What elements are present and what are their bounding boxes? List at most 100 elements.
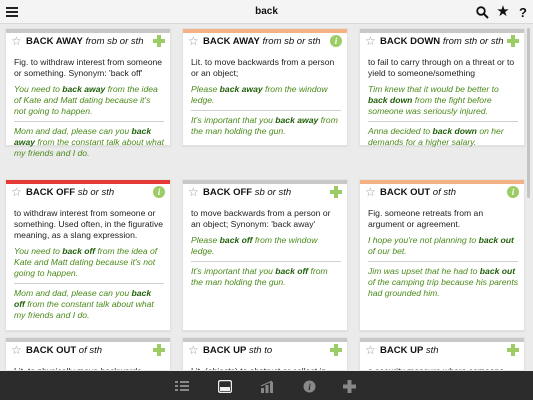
page-title: back <box>255 6 278 17</box>
example-text: of our bet. <box>368 246 407 256</box>
example-text: Please <box>191 84 220 94</box>
favorite-star-icon[interactable]: ☆ <box>188 34 199 48</box>
card-header: ☆ BACK UP sth <box>360 342 524 358</box>
card-header: ☆ BACK OFF sb or sth <box>183 184 347 200</box>
add-icon[interactable] <box>507 344 519 356</box>
card-header: ☆ BACK AWAY from sb or sth <box>6 33 170 49</box>
bottom-nav: i <box>0 371 533 400</box>
phrasal-verb-title: BACK OUT <box>26 345 77 356</box>
favorite-star-icon[interactable]: ☆ <box>188 185 199 199</box>
cards-icon[interactable] <box>217 378 233 394</box>
favorite-star-icon[interactable]: ☆ <box>11 185 22 199</box>
example-highlight: back down <box>368 95 413 105</box>
example-highlight: back off <box>62 246 96 256</box>
definition-text: a security measure where someone <box>360 358 524 370</box>
add-icon[interactable] <box>330 186 342 198</box>
example-highlight: back away <box>275 115 319 125</box>
example-sentence: You need to back off from the idea of Ka… <box>14 246 164 279</box>
example-text: from the constant talk about what my fri… <box>14 299 154 320</box>
example-sentence: Please back away from the window ledge. <box>191 84 341 106</box>
example-highlight: back away <box>219 84 263 94</box>
entry-card[interactable]: ☆ BACK AWAY from sb or sth i Lit. to move b… <box>182 28 348 146</box>
example-text: Tim knew that it would be better to <box>368 84 499 94</box>
example-text: It's important that you <box>191 266 276 276</box>
definition-text: Lit. to physically move backwards <box>6 358 170 370</box>
info-icon[interactable]: i <box>507 186 519 198</box>
definition-text: Lit. (objects) to obstruct or collect in <box>183 358 347 370</box>
favorites-star-icon[interactable]: ★ <box>495 4 511 20</box>
entry-card[interactable]: ☆ BACK UP sth to Lit. (objects) to obstruc… <box>182 337 348 370</box>
grammar-pattern: from sb or sth <box>85 36 144 47</box>
example-highlight: back away <box>62 84 106 94</box>
entry-card[interactable]: ☆ BACK OFF sb or sth to move backwards fro… <box>182 179 348 331</box>
entry-card[interactable]: ☆ BACK OUT of sth i Fig. someone retreats f… <box>359 179 525 331</box>
phrasal-verb-title: BACK OFF <box>203 187 253 198</box>
definition-text: to move backwards from a person or an ob… <box>191 208 331 229</box>
entry-card[interactable]: ☆ BACK OUT of sth Lit. to physically move … <box>5 337 171 370</box>
phrasal-verb-title: BACK AWAY <box>26 36 83 47</box>
grammar-pattern: sb or sth <box>254 187 292 198</box>
entries-grid: ☆ BACK AWAY from sb or sth Fig. to withdra… <box>0 24 533 370</box>
example-sentence: Mom and dad, please can you back off fro… <box>14 283 164 321</box>
favorite-star-icon[interactable]: ☆ <box>11 343 22 357</box>
info-icon[interactable]: i <box>153 186 165 198</box>
card-header: ☆ BACK DOWN from sth or sth <box>360 33 524 49</box>
example-text: You need to <box>14 246 63 256</box>
definition-text: to fail to carry through on a threat or … <box>368 57 515 78</box>
example-highlight: back off <box>219 235 253 245</box>
add-icon[interactable] <box>153 35 165 47</box>
entry-card[interactable]: ☆ BACK UP sth a security measure where som… <box>359 337 525 370</box>
info-icon[interactable]: i <box>301 378 317 394</box>
card-header: ☆ BACK UP sth to <box>183 342 347 358</box>
favorite-star-icon[interactable]: ☆ <box>11 34 22 48</box>
chart-icon[interactable] <box>259 378 275 394</box>
phrasal-verb-title: BACK OUT <box>380 187 431 198</box>
add-icon[interactable] <box>507 35 519 47</box>
grammar-pattern: sth to <box>248 345 273 356</box>
phrasal-verb-title: BACK UP <box>203 345 247 356</box>
example-text: It's important that you <box>191 115 276 125</box>
entry-card[interactable]: ☆ BACK DOWN from sth or sth to fail to car… <box>359 28 525 148</box>
example-sentence: Tim knew that it would be better to back… <box>368 84 518 117</box>
example-text: Jim was upset that he had to <box>368 266 480 276</box>
entry-card[interactable]: ☆ BACK OFF sb or sth i to withdraw interest… <box>5 179 171 331</box>
example-sentence: Mom and dad, please can you back away fr… <box>14 121 164 159</box>
example-text: Mom and dad, please can you <box>14 126 132 136</box>
example-highlight: back out <box>478 235 514 245</box>
grammar-pattern: of sth <box>78 345 103 356</box>
top-bar: back ★ ? <box>0 0 533 24</box>
phrasal-verb-title: BACK OFF <box>26 187 76 198</box>
favorite-star-icon[interactable]: ☆ <box>365 34 376 48</box>
phrasal-verb-title: BACK UP <box>380 345 424 356</box>
definition-text: Lit. to move backwards from a person or … <box>191 57 335 78</box>
example-text: from the constant talk about what my fri… <box>14 137 165 158</box>
add-icon[interactable] <box>153 344 165 356</box>
example-sentence: Anna decided to back down on her demands… <box>368 121 518 148</box>
info-icon[interactable]: i <box>330 35 342 47</box>
phrasal-verb-title: BACK AWAY <box>203 36 260 47</box>
example-sentence: I hope you're not planning to back out o… <box>368 235 518 257</box>
example-sentence: Please back off from the window ledge. <box>191 235 341 257</box>
card-header: ☆ BACK OUT of sth <box>6 342 170 358</box>
card-header: ☆ BACK OUT of sth i <box>360 184 524 200</box>
example-text: of the camping trip because his parents … <box>368 277 519 298</box>
phrasal-verb-title: BACK DOWN <box>380 36 441 47</box>
grammar-pattern: from sb or sth <box>262 36 321 47</box>
example-highlight: back down <box>432 126 477 136</box>
grammar-pattern: sth <box>425 345 439 356</box>
add-icon[interactable] <box>341 378 357 394</box>
example-text: I hope you're not planning to <box>368 235 479 245</box>
favorite-star-icon[interactable]: ☆ <box>188 343 199 357</box>
list-icon[interactable] <box>174 378 190 394</box>
add-icon[interactable] <box>330 344 342 356</box>
entry-card[interactable]: ☆ BACK AWAY from sb or sth Fig. to withdra… <box>5 28 171 158</box>
help-icon[interactable]: ? <box>515 4 531 20</box>
search-icon[interactable] <box>474 4 490 20</box>
scrollbar[interactable] <box>527 28 530 198</box>
example-sentence: It's important that you back off from th… <box>191 261 341 288</box>
grammar-pattern: from sth or sth <box>442 36 504 47</box>
definition-text: to withdraw interest from someone or som… <box>14 208 164 240</box>
favorite-star-icon[interactable]: ☆ <box>365 185 376 199</box>
favorite-star-icon[interactable]: ☆ <box>365 343 376 357</box>
example-text: You need to <box>14 84 63 94</box>
